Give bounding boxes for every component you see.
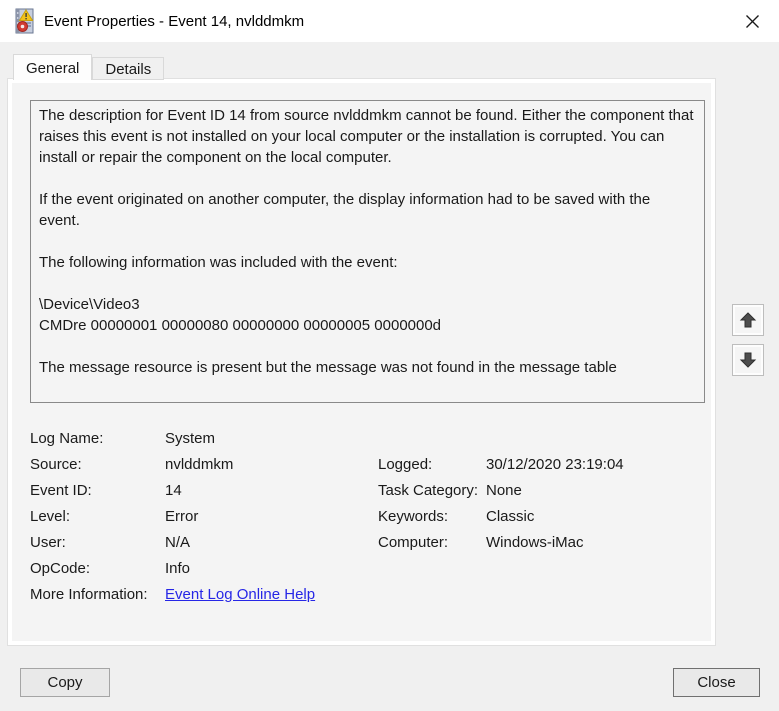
tab-details[interactable]: Details <box>92 57 165 80</box>
tab-general[interactable]: General <box>13 54 93 80</box>
detail-value: 14 <box>165 481 182 499</box>
detail-row-logged: Logged: 30/12/2020 23:19:04 <box>378 451 624 477</box>
event-log-icon <box>15 8 34 34</box>
general-tab-page: The description for Event ID 14 from sou… <box>7 78 716 646</box>
detail-value: System <box>165 429 216 447</box>
titlebar: Event Properties - Event 14, nvlddmkm <box>0 0 779 42</box>
detail-row-level: Level: Error <box>30 503 315 529</box>
close-icon[interactable] <box>733 6 771 36</box>
detail-label: Logged: <box>378 455 433 473</box>
detail-row-log-name: Log Name: System <box>30 425 315 451</box>
detail-value: N/A <box>165 533 191 551</box>
tab-strip: General Details <box>13 53 165 80</box>
detail-label: Computer: <box>378 533 449 551</box>
detail-row-source: Source: nvlddmkm <box>30 451 315 477</box>
detail-row-more-information: More Information: Event Log Online Help <box>30 581 315 607</box>
scroll-up-button[interactable] <box>732 304 764 336</box>
detail-label: Event ID: <box>30 481 92 499</box>
detail-label: Level: <box>30 507 71 525</box>
detail-value: Classic <box>486 507 535 525</box>
detail-value: None <box>486 481 522 499</box>
detail-row-user: User: N/A <box>30 529 315 555</box>
detail-row-event-id: Event ID: 14 <box>30 477 315 503</box>
detail-label: More Information: <box>30 585 148 603</box>
detail-label: OpCode: <box>30 559 91 577</box>
details-left-column: Log Name: System Source: nvlddmkm Event … <box>30 425 315 607</box>
details-right-column: Logged: 30/12/2020 23:19:04 Task Categor… <box>378 451 624 555</box>
detail-label: Source: <box>30 455 82 473</box>
event-properties-dialog: { "window": { "title": "Event Properties… <box>0 0 779 711</box>
detail-label: User: <box>30 533 66 551</box>
detail-label: Log Name: <box>30 429 104 447</box>
up-arrow-icon <box>739 312 757 328</box>
detail-value: nvlddmkm <box>165 455 234 473</box>
down-arrow-icon <box>739 352 757 368</box>
event-log-online-help-link[interactable]: Event Log Online Help <box>165 586 315 603</box>
scroll-down-button[interactable] <box>732 344 764 376</box>
detail-value: 30/12/2020 23:19:04 <box>486 455 624 473</box>
detail-label: Task Category: <box>378 481 479 499</box>
detail-row-opcode: OpCode: Info <box>30 555 315 581</box>
detail-value: Error <box>165 507 199 525</box>
detail-value: Info <box>165 559 191 577</box>
close-button[interactable]: Close <box>673 668 760 697</box>
detail-row-computer: Computer: Windows-iMac <box>378 529 624 555</box>
detail-row-task-category: Task Category: None <box>378 477 624 503</box>
event-description-text: The description for Event ID 14 from sou… <box>39 107 694 376</box>
window-title: Event Properties - Event 14, nvlddmkm <box>44 12 305 30</box>
event-description-box[interactable]: The description for Event ID 14 from sou… <box>30 100 705 403</box>
copy-button[interactable]: Copy <box>20 668 110 697</box>
dialog-footer <box>0 645 779 711</box>
detail-label: Keywords: <box>378 507 449 525</box>
detail-value: Windows-iMac <box>486 533 584 551</box>
detail-row-keywords: Keywords: Classic <box>378 503 624 529</box>
